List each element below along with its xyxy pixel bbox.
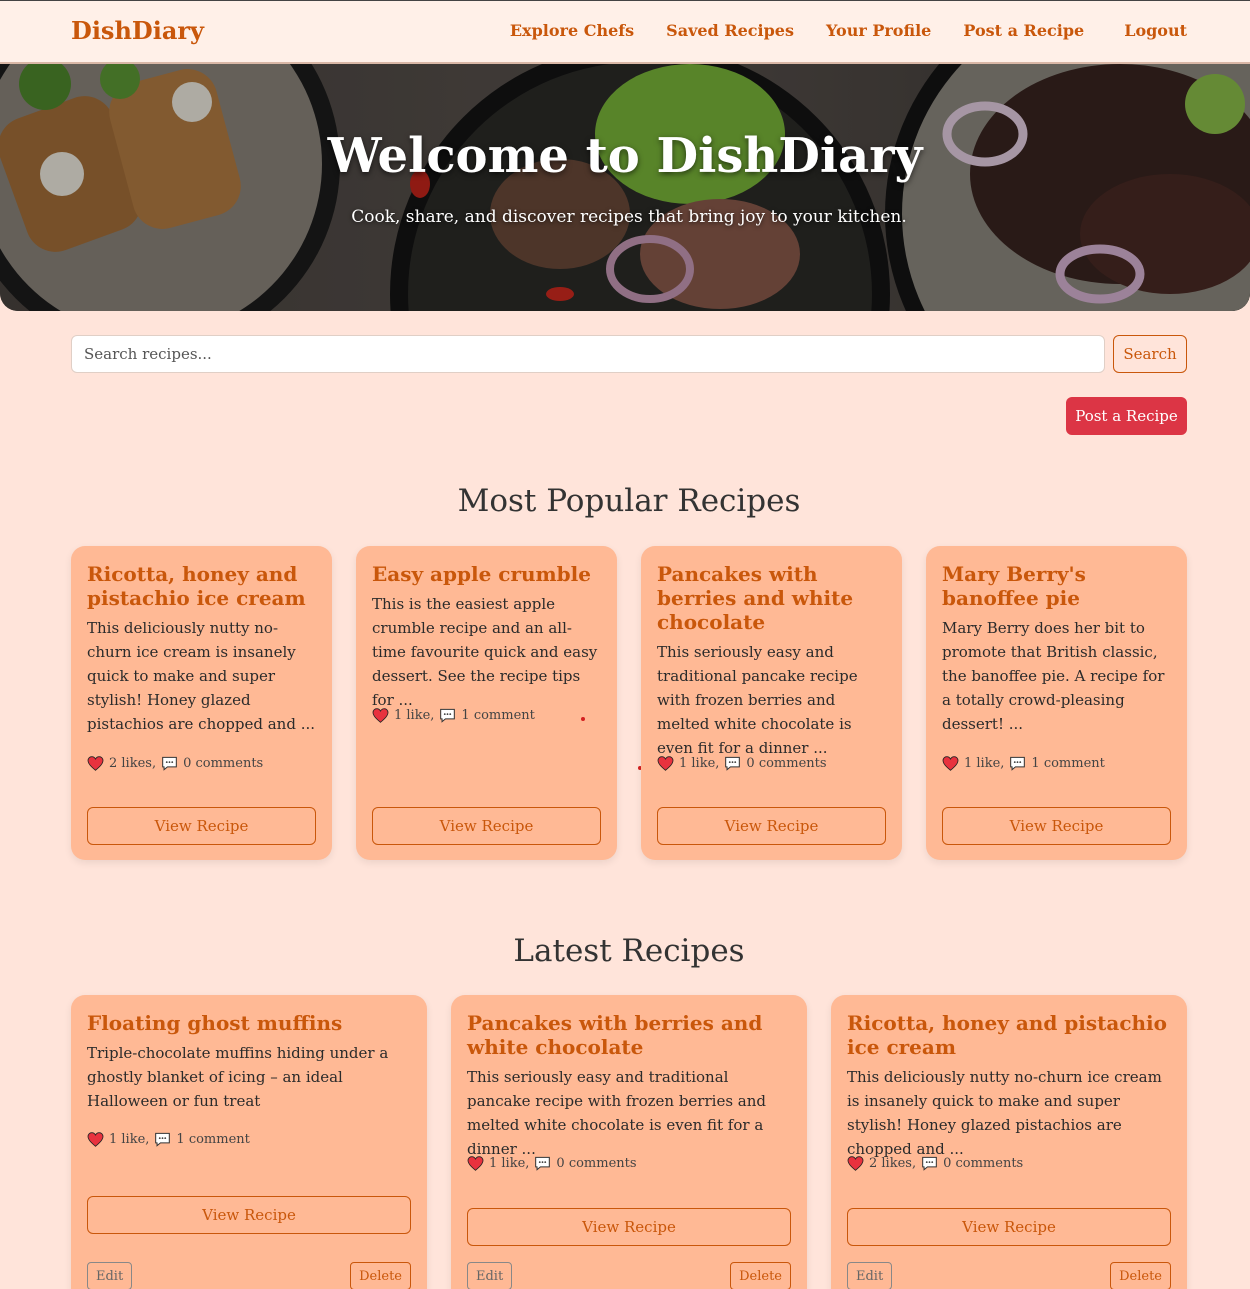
comments-count: 1 comment xyxy=(176,1132,250,1147)
comments-count: 0 comments xyxy=(183,756,264,771)
comments-count: 1 comment xyxy=(461,708,535,723)
recipe-description: This is the easiest apple crumble recipe… xyxy=(372,595,598,709)
recipe-stats: 1 like, 1 comment xyxy=(942,756,1105,771)
recipe-stats: 1 like, 0 comments xyxy=(657,756,827,771)
post-recipe-button[interactable]: Post a Recipe xyxy=(1066,397,1187,435)
delete-button[interactable]: Delete xyxy=(350,1262,411,1289)
nav-logout[interactable]: Logout xyxy=(1124,21,1187,40)
comment-icon[interactable] xyxy=(1009,756,1026,771)
recipe-title[interactable]: Pancakes with berries and white chocolat… xyxy=(657,562,886,634)
delete-button[interactable]: Delete xyxy=(1110,1262,1171,1289)
brand-logo[interactable]: DishDiary xyxy=(71,16,204,45)
latest-card: Ricotta, honey and pistachio ice cream T… xyxy=(831,995,1187,1289)
comment-icon[interactable] xyxy=(161,756,178,771)
popular-heading: Most Popular Recipes xyxy=(457,483,801,519)
edit-button[interactable]: Edit xyxy=(467,1262,513,1289)
popular-card: Pancakes with berries and white chocolat… xyxy=(641,546,902,860)
recipe-title[interactable]: Easy apple crumble xyxy=(372,562,601,586)
view-recipe-button[interactable]: View Recipe xyxy=(942,807,1171,845)
nav-saved-recipes[interactable]: Saved Recipes xyxy=(666,21,794,40)
recipe-title[interactable]: Ricotta, honey and pistachio ice cream xyxy=(847,1011,1171,1059)
nav-post-recipe[interactable]: Post a Recipe xyxy=(963,21,1084,40)
recipe-description: This deliciously nutty no-churn ice crea… xyxy=(87,619,316,733)
edit-button[interactable]: Edit xyxy=(847,1262,893,1289)
likes-count: 2 likes, xyxy=(869,1156,917,1171)
likes-count: 1 like, xyxy=(394,708,435,723)
comments-count: 0 comments xyxy=(746,756,827,771)
edit-button[interactable]: Edit xyxy=(87,1262,133,1289)
recipe-title[interactable]: Pancakes with berries and white chocolat… xyxy=(467,1011,791,1059)
heart-icon[interactable] xyxy=(657,756,674,771)
latest-heading: Latest Recipes xyxy=(513,933,745,969)
hero-title: Welcome to DishDiary xyxy=(327,128,923,184)
heart-icon[interactable] xyxy=(87,1132,104,1147)
view-recipe-button[interactable]: View Recipe xyxy=(87,1196,411,1234)
comment-icon[interactable] xyxy=(154,1132,171,1147)
delete-button[interactable]: Delete xyxy=(730,1262,791,1289)
comments-count: 1 comment xyxy=(1031,756,1105,771)
nav-links: Explore Chefs Saved Recipes Your Profile… xyxy=(478,21,1187,40)
recipe-stats: 1 like, 0 comments xyxy=(467,1156,637,1171)
likes-count: 1 like, xyxy=(679,756,720,771)
likes-count: 2 likes, xyxy=(109,756,157,771)
view-recipe-button[interactable]: View Recipe xyxy=(372,807,601,845)
hero-subtitle: Cook, share, and discover recipes that b… xyxy=(351,207,907,227)
nav-your-profile[interactable]: Your Profile xyxy=(826,21,931,40)
hero-overlay xyxy=(0,64,1250,311)
recipe-description: This seriously easy and traditional panc… xyxy=(657,643,858,757)
recipe-stats: 2 likes, 0 comments xyxy=(847,1156,1023,1171)
likes-count: 1 like, xyxy=(964,756,1005,771)
recipe-title[interactable]: Mary Berry's banoffee pie xyxy=(942,562,1171,610)
heart-icon[interactable] xyxy=(847,1156,864,1171)
stray-dot xyxy=(581,717,585,721)
recipe-description: This seriously easy and traditional panc… xyxy=(467,1068,766,1158)
likes-count: 1 like, xyxy=(109,1132,150,1147)
recipe-stats: 1 like, 1 comment xyxy=(87,1132,250,1147)
comments-count: 0 comments xyxy=(943,1156,1024,1171)
hero-banner: Welcome to DishDiary Cook, share, and di… xyxy=(0,64,1250,311)
recipe-description: Triple-chocolate muffins hiding under a … xyxy=(87,1044,389,1110)
nav-explore-chefs[interactable]: Explore Chefs xyxy=(510,21,634,40)
heart-icon[interactable] xyxy=(467,1156,484,1171)
comment-icon[interactable] xyxy=(921,1156,938,1171)
comment-icon[interactable] xyxy=(724,756,741,771)
recipe-title[interactable]: Floating ghost muffins xyxy=(87,1011,411,1035)
heart-icon[interactable] xyxy=(87,756,104,771)
view-recipe-button[interactable]: View Recipe xyxy=(847,1208,1171,1246)
view-recipe-button[interactable]: View Recipe xyxy=(657,807,886,845)
search-input[interactable] xyxy=(71,335,1105,373)
latest-card: Floating ghost muffins Triple-chocolate … xyxy=(71,995,427,1289)
view-recipe-button[interactable]: View Recipe xyxy=(467,1208,791,1246)
recipe-description: This deliciously nutty no-churn ice crea… xyxy=(847,1068,1162,1158)
likes-count: 1 like, xyxy=(489,1156,530,1171)
navbar: DishDiary Explore Chefs Saved Recipes Yo… xyxy=(0,0,1250,64)
heart-icon[interactable] xyxy=(942,756,959,771)
popular-card: Ricotta, honey and pistachio ice cream T… xyxy=(71,546,332,860)
popular-card: Mary Berry's banoffee pie Mary Berry doe… xyxy=(926,546,1187,860)
heart-icon[interactable] xyxy=(372,708,389,723)
latest-card: Pancakes with berries and white chocolat… xyxy=(451,995,807,1289)
recipe-description: Mary Berry does her bit to promote that … xyxy=(942,619,1165,733)
view-recipe-button[interactable]: View Recipe xyxy=(87,807,316,845)
search-button[interactable]: Search xyxy=(1113,335,1187,373)
recipe-stats: 2 likes, 0 comments xyxy=(87,756,263,771)
recipe-stats: 1 like, 1 comment xyxy=(372,708,535,723)
comment-icon[interactable] xyxy=(534,1156,551,1171)
comments-count: 0 comments xyxy=(556,1156,637,1171)
popular-card: Easy apple crumble This is the easiest a… xyxy=(356,546,617,860)
comment-icon[interactable] xyxy=(439,708,456,723)
recipe-title[interactable]: Ricotta, honey and pistachio ice cream xyxy=(87,562,316,610)
